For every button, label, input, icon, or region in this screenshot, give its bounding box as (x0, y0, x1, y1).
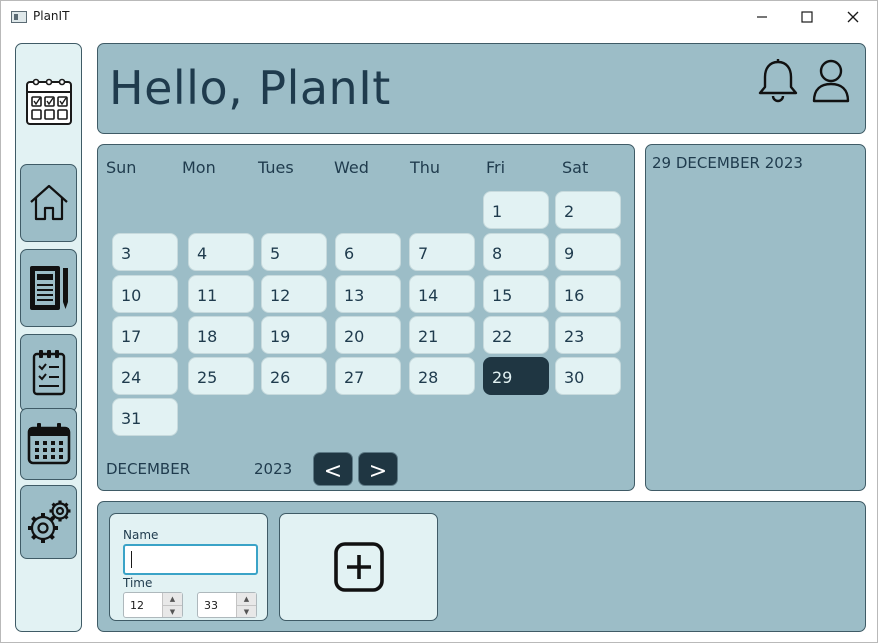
event-panel: Name Time 12 ▲ ▼ 33 ▲ ▼ (97, 501, 866, 632)
calendar-day[interactable]: 3 (112, 233, 178, 271)
calendar-day[interactable]: 23 (555, 316, 621, 354)
close-button[interactable] (830, 1, 876, 33)
calendar-icon (27, 423, 70, 465)
minute-spinner[interactable]: 33 ▲ ▼ (197, 592, 257, 618)
planner-logo-icon (24, 72, 74, 130)
weekday-header: Thu (410, 158, 441, 177)
calendar-day[interactable]: 11 (188, 275, 254, 313)
calendar-day[interactable]: 9 (555, 233, 621, 271)
calendar-day[interactable]: 19 (261, 316, 327, 354)
sidebar-item-settings[interactable] (20, 485, 77, 559)
calendar-day[interactable]: 31 (112, 398, 178, 436)
add-event-button[interactable] (279, 513, 438, 621)
text-caret (131, 551, 132, 568)
hour-increment-button[interactable]: ▲ (162, 593, 182, 605)
calendar-day[interactable]: 5 (261, 233, 327, 271)
window-title: PlanIT (33, 9, 70, 23)
sidebar-item-home[interactable] (20, 164, 77, 242)
minute-increment-button[interactable]: ▲ (236, 593, 256, 605)
plus-square-icon (333, 542, 384, 592)
weekday-header: Wed (334, 158, 369, 177)
app-icon (11, 11, 27, 23)
calendar-day[interactable]: 25 (188, 357, 254, 395)
next-month-button[interactable]: > (358, 452, 398, 486)
year-label: 2023 (254, 460, 293, 478)
calendar-day[interactable]: 13 (335, 275, 401, 313)
calendar-day[interactable]: 10 (112, 275, 178, 313)
weekday-header: Fri (486, 158, 506, 177)
close-icon (847, 11, 859, 23)
day-detail-panel: 29 DECEMBER 2023 (645, 144, 866, 491)
sidebar-item-notes[interactable] (20, 249, 77, 327)
greeting-title: Hello, PlanIt (109, 61, 391, 115)
calendar-day[interactable]: 27 (335, 357, 401, 395)
calendar-day[interactable]: 4 (188, 233, 254, 271)
maximize-button[interactable] (784, 1, 830, 33)
calendar-day[interactable]: 24 (112, 357, 178, 395)
month-label: DECEMBER (106, 460, 191, 478)
calendar-day[interactable]: 7 (409, 233, 475, 271)
calendar-day[interactable]: 18 (188, 316, 254, 354)
sidebar (15, 43, 82, 632)
calendar-day[interactable]: 15 (483, 275, 549, 313)
calendar-day[interactable]: 20 (335, 316, 401, 354)
calendar-day[interactable]: 17 (112, 316, 178, 354)
weekday-header: Sun (106, 158, 137, 177)
calendar-day[interactable]: 22 (483, 316, 549, 354)
app-window: PlanIT Hello, PlanIt DECEMBER 2023 < > S… (0, 0, 878, 643)
hour-decrement-button[interactable]: ▼ (162, 605, 182, 617)
sidebar-item-tasks[interactable] (20, 334, 77, 412)
minute-decrement-button[interactable]: ▼ (236, 605, 256, 617)
calendar-day-selected[interactable]: 29 (483, 357, 549, 395)
maximize-icon (801, 11, 813, 23)
weekday-header: Mon (182, 158, 216, 177)
checklist-icon (32, 350, 65, 396)
name-label: Name (123, 528, 159, 542)
calendar-day[interactable]: 1 (483, 191, 549, 229)
weekday-header: Sat (562, 158, 589, 177)
time-label: Time (123, 576, 153, 590)
calendar-day[interactable]: 2 (555, 191, 621, 229)
selected-date-heading: 29 DECEMBER 2023 (652, 154, 803, 172)
calendar-day[interactable]: 12 (261, 275, 327, 313)
weekday-header: Tues (258, 158, 294, 177)
calendar-day[interactable]: 30 (555, 357, 621, 395)
header-panel: Hello, PlanIt (97, 43, 866, 134)
calendar-day[interactable]: 8 (483, 233, 549, 271)
user-profile-icon[interactable] (811, 58, 851, 108)
gear-icon (27, 500, 70, 543)
name-input[interactable] (123, 544, 258, 575)
minute-value: 33 (204, 599, 218, 612)
notebook-icon (29, 266, 68, 310)
prev-month-button[interactable]: < (313, 452, 353, 486)
home-icon (29, 184, 68, 221)
calendar-day[interactable]: 16 (555, 275, 621, 313)
minimize-icon (757, 16, 767, 18)
calendar-day[interactable]: 21 (409, 316, 475, 354)
sidebar-item-calendar[interactable] (20, 408, 77, 480)
notification-bell-icon[interactable] (757, 58, 799, 108)
event-form: Name Time 12 ▲ ▼ 33 ▲ ▼ (109, 513, 268, 621)
title-bar: PlanIT (1, 1, 877, 33)
hour-spinner[interactable]: 12 ▲ ▼ (123, 592, 183, 618)
calendar-day[interactable]: 26 (261, 357, 327, 395)
minimize-button[interactable] (739, 1, 785, 33)
calendar-day[interactable]: 14 (409, 275, 475, 313)
month-calendar: DECEMBER 2023 < > Sun Mon Tues Wed Thu Fri Sat… (97, 144, 635, 491)
calendar-day[interactable]: 6 (335, 233, 401, 271)
calendar-day[interactable]: 28 (409, 357, 475, 395)
hour-value: 12 (130, 599, 144, 612)
